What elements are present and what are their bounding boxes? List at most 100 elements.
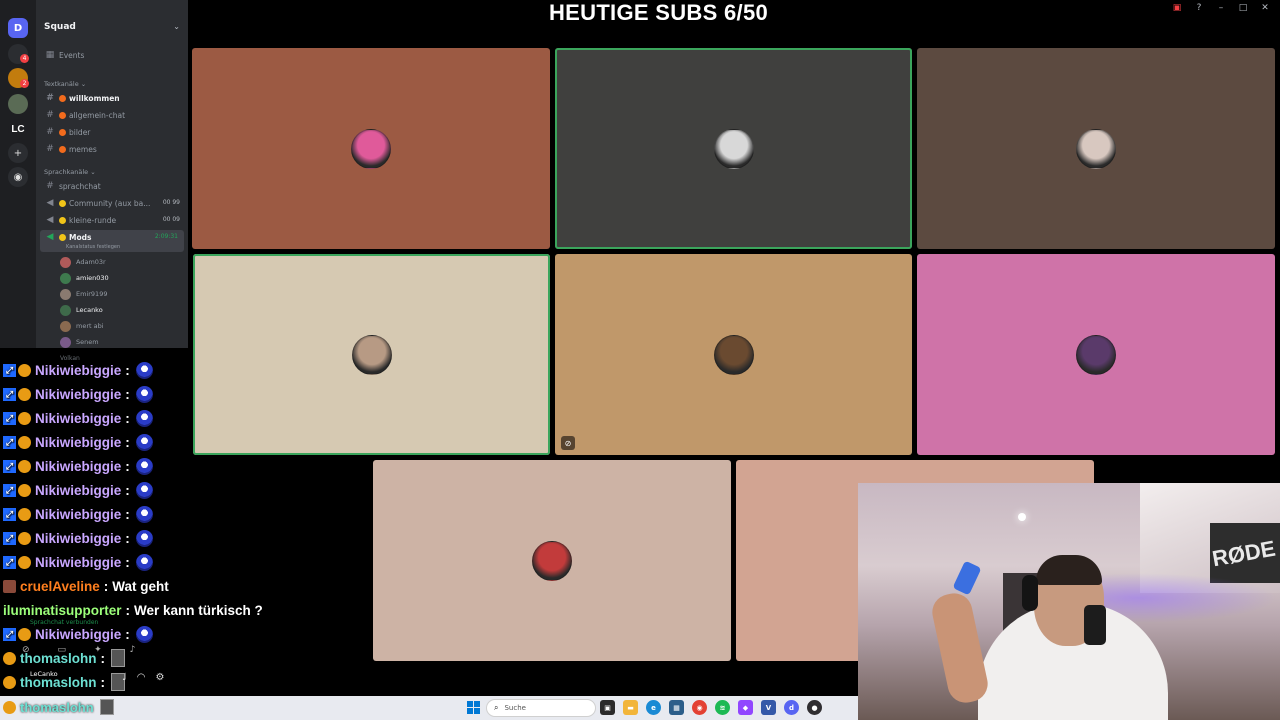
sub-badge-icon [3, 675, 16, 689]
voice-tile[interactable] [192, 48, 550, 249]
channel-status[interactable]: Kanalstatus festlegen [66, 244, 120, 250]
emote-icon [135, 433, 153, 451]
chat-username[interactable]: Nikiwiebiggie [35, 555, 121, 570]
chat-username[interactable]: Nikiwiebiggie [35, 411, 121, 426]
discover-icon[interactable]: ◉ [8, 167, 28, 187]
file-explorer-icon[interactable]: ▬ [623, 700, 638, 715]
badge-icon: ⤢ [3, 387, 16, 401]
avatar [351, 334, 392, 375]
chat-username[interactable]: Nikiwiebiggie [35, 363, 121, 378]
voice-tile[interactable] [917, 48, 1275, 249]
voice-tile[interactable] [555, 48, 912, 249]
voice-member[interactable]: mert abi [60, 319, 104, 333]
chat-separator: : [125, 362, 130, 378]
chat-username[interactable]: Nikiwiebiggie [35, 531, 121, 546]
obs-icon[interactable]: ● [807, 700, 822, 715]
taskbar-search[interactable]: ⌕ Suche [486, 699, 596, 717]
settings-gear-icon[interactable]: ⚙ [155, 672, 164, 683]
server-icon-active[interactable] [8, 94, 28, 114]
inbox-icon[interactable]: ▣ [1172, 3, 1182, 13]
voice-tile[interactable] [373, 460, 731, 661]
chat-line-overlay: thomaslohn [3, 699, 114, 715]
chat-username[interactable]: Nikiwiebiggie [35, 627, 121, 642]
screen-share-icon[interactable]: ▭ [58, 645, 67, 655]
hash-icon: # [46, 110, 54, 120]
chat-message: ⤢ Nikiwiebiggie: [3, 360, 153, 380]
microphone-icon[interactable]: ♩ [122, 672, 127, 683]
voice-member[interactable]: Adam03r [60, 255, 106, 269]
voice-channel-community[interactable]: ◀ Community (aux ba... [44, 196, 151, 210]
chat-username[interactable]: cruelAveline [20, 579, 100, 594]
badge-icon: ⤢ [3, 531, 16, 545]
emote-icon [135, 553, 153, 571]
vpn-icon[interactable]: V [761, 700, 776, 715]
emote-icon [135, 457, 153, 475]
chat-message: ⤢ Nikiwiebiggie: [3, 456, 153, 476]
app-icon[interactable]: ◆ [738, 700, 753, 715]
chat-message: cruelAveline: Wat geht [3, 576, 169, 596]
headphones-icon[interactable]: ◠ [137, 672, 146, 683]
sub-badge-icon [18, 507, 31, 521]
store-icon[interactable]: ▦ [669, 700, 684, 715]
badge-icon: ⤢ [3, 555, 16, 569]
chat-username[interactable]: Nikiwiebiggie [35, 459, 121, 474]
chrome-icon[interactable]: ◉ [692, 700, 707, 715]
chat-separator: : [125, 530, 130, 546]
cam-ceiling-light [1018, 513, 1026, 521]
edge-icon[interactable]: e [646, 700, 661, 715]
chat-separator: : [125, 482, 130, 498]
chat-separator: : [125, 386, 130, 402]
chat-username[interactable]: Nikiwiebiggie [35, 387, 121, 402]
channel-allgemein-chat[interactable]: # allgemein-chat [44, 108, 125, 122]
category-text[interactable]: Textkanäle ⌄ [44, 80, 86, 88]
channel-sprachchat[interactable]: # sprachchat [44, 179, 100, 193]
help-icon[interactable]: ? [1194, 3, 1204, 13]
soundboard-icon[interactable]: ♪ [130, 645, 136, 655]
minimize-icon[interactable]: – [1216, 3, 1226, 13]
spotify-icon[interactable]: ≋ [715, 700, 730, 715]
maximize-icon[interactable]: □ [1238, 3, 1248, 13]
window-controls: ▣ ? – □ ✕ [1172, 3, 1270, 13]
chat-separator: : [125, 554, 130, 570]
voice-member[interactable]: amien030 [60, 271, 109, 285]
chat-username[interactable]: Nikiwiebiggie [35, 483, 121, 498]
windows-start-icon[interactable] [467, 701, 480, 714]
user-panel-name[interactable]: LeCanko [30, 670, 58, 678]
chat-separator: : [100, 674, 106, 690]
voice-member[interactable]: Lecanko [60, 303, 103, 317]
channel-bilder[interactable]: # bilder [44, 125, 90, 139]
avatar [1076, 334, 1116, 375]
emoji-dot [59, 111, 66, 119]
emote-icon [135, 529, 153, 547]
chat-message: ⤢ Nikiwiebiggie: [3, 384, 153, 404]
category-voice[interactable]: Sprachkanäle ⌄ [44, 168, 96, 176]
server-icon-lc[interactable]: LC [8, 119, 28, 139]
voice-channel-kleine-runde[interactable]: ◀ kleine-runde [44, 213, 117, 227]
activity-icon[interactable]: ✦ [94, 645, 102, 655]
sub-badge-icon [18, 531, 31, 545]
channel-willkommen[interactable]: # willkommen [44, 91, 119, 105]
chat-message: ⤢ Nikiwiebiggie: [3, 504, 153, 524]
voice-channel-mods[interactable]: ◀ Mods 2:09:31 Kanalstatus festlegen [40, 230, 184, 252]
close-icon[interactable]: ✕ [1260, 3, 1270, 13]
add-server-icon[interactable]: + [8, 143, 28, 163]
voice-member[interactable]: Emir9199 [60, 287, 107, 301]
sub-badge-icon [18, 627, 31, 641]
chat-message: ⤢ Nikiwiebiggie: [3, 408, 153, 428]
chat-separator: : [125, 434, 130, 450]
channel-memes[interactable]: # memes [44, 142, 97, 156]
voice-connected-status[interactable]: Sprachchat verbunden [30, 619, 98, 626]
hash-icon: # [46, 127, 54, 137]
chat-username[interactable]: Nikiwiebiggie [35, 435, 121, 450]
chat-username[interactable]: iluminatisupporter [3, 603, 122, 618]
server-rail: D 4 2 LC + ◉ [0, 0, 36, 348]
chat-username[interactable]: Nikiwiebiggie [35, 507, 121, 522]
discord-taskbar-icon[interactable]: d [784, 700, 799, 715]
camera-off-icon[interactable]: ⊘ [22, 645, 30, 655]
events-link[interactable]: ▦ Events [44, 48, 85, 62]
voice-tile[interactable] [917, 254, 1275, 455]
task-view-icon[interactable]: ▣ [600, 700, 615, 715]
hash-icon: # [46, 144, 54, 154]
chat-separator: : [125, 410, 130, 426]
voice-tile[interactable]: ⊘ [555, 254, 912, 455]
